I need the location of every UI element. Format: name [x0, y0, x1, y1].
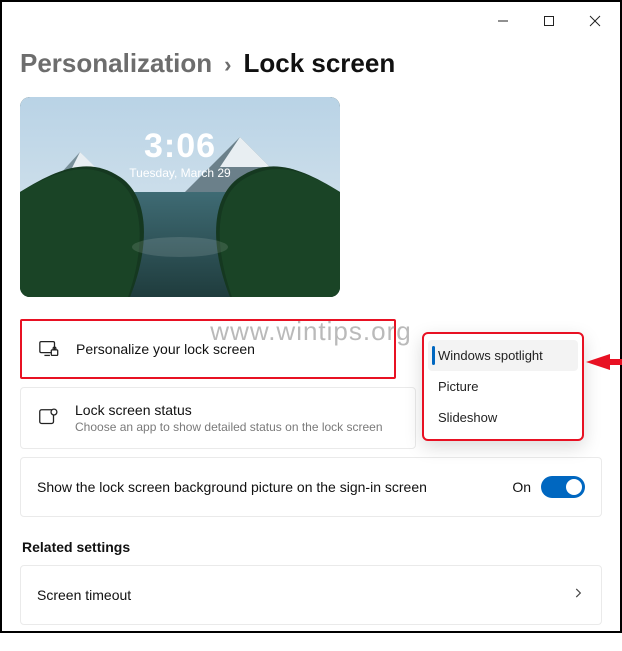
screen-timeout-row[interactable]: Screen timeout — [20, 565, 602, 625]
window-titlebar — [2, 2, 620, 40]
chevron-right-icon: › — [224, 52, 231, 78]
personalize-lockscreen-row[interactable]: Personalize your lock screen — [20, 319, 396, 379]
status-title: Lock screen status — [75, 402, 383, 418]
preview-time: 3:06 — [20, 127, 340, 166]
minimize-button[interactable] — [480, 3, 526, 39]
status-subtitle: Choose an app to show detailed status on… — [75, 420, 383, 434]
dropdown-option-spotlight[interactable]: Windows spotlight — [428, 340, 578, 371]
personalize-title: Personalize your lock screen — [76, 341, 255, 357]
toggle-state-label: On — [512, 479, 531, 495]
signin-toggle[interactable] — [541, 476, 585, 498]
close-button[interactable] — [572, 3, 618, 39]
monitor-lock-icon — [38, 338, 60, 360]
maximize-button[interactable] — [526, 3, 572, 39]
preview-date: Tuesday, March 29 — [20, 166, 340, 180]
screen-timeout-label: Screen timeout — [37, 587, 131, 603]
lockscreen-status-row[interactable]: Lock screen status Choose an app to show… — [20, 387, 416, 449]
chevron-right-icon — [571, 586, 585, 605]
breadcrumb: Personalization › Lock screen — [20, 48, 602, 79]
breadcrumb-parent[interactable]: Personalization — [20, 48, 212, 79]
status-app-icon — [37, 407, 59, 429]
signin-background-row: Show the lock screen background picture … — [20, 457, 602, 517]
dropdown-option-picture[interactable]: Picture — [428, 371, 578, 402]
lockscreen-preview: 3:06 Tuesday, March 29 — [20, 97, 340, 297]
dropdown-option-slideshow[interactable]: Slideshow — [428, 402, 578, 433]
personalize-dropdown: Windows spotlight Picture Slideshow — [422, 332, 584, 441]
signin-title: Show the lock screen background picture … — [37, 479, 427, 495]
related-settings-heading: Related settings — [22, 539, 602, 555]
page-title: Lock screen — [243, 48, 395, 79]
annotation-arrow-icon — [586, 352, 622, 381]
